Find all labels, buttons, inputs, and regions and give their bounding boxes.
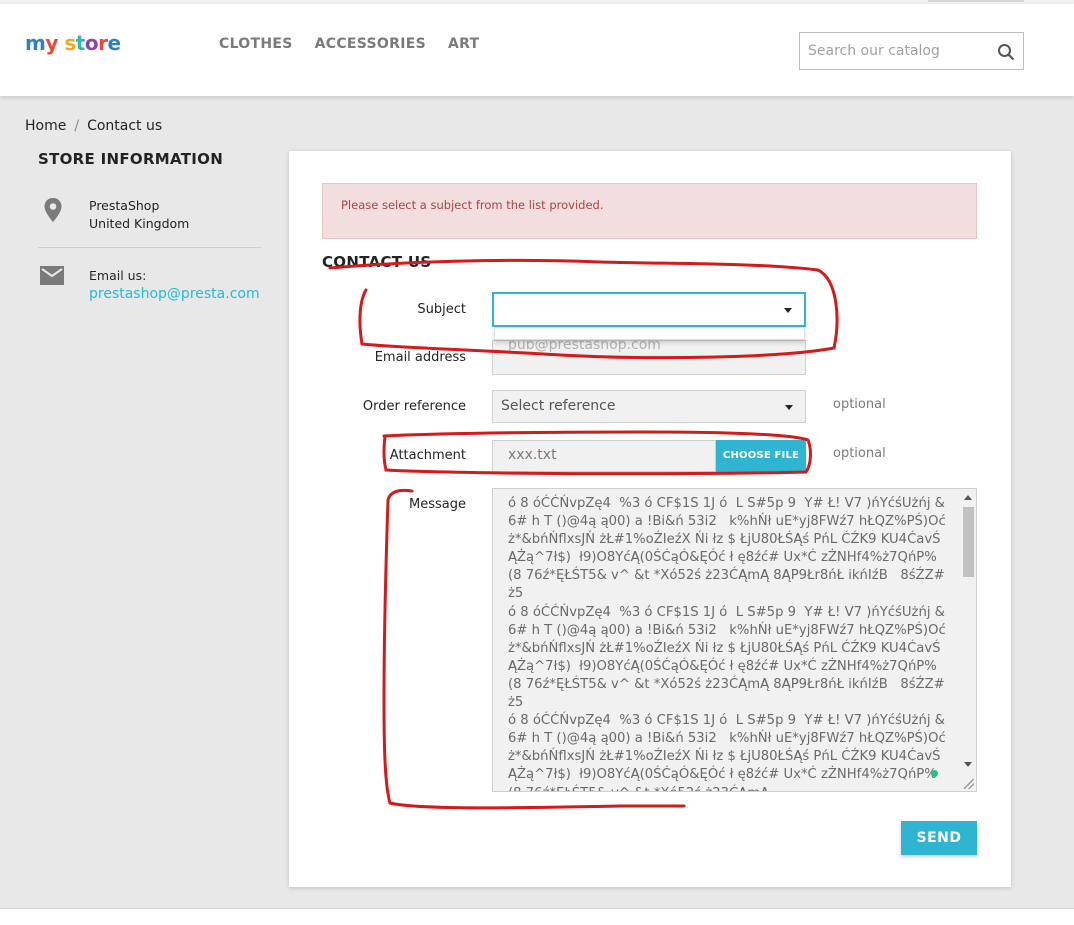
send-button[interactable]: SEND <box>901 821 977 855</box>
scroll-down-icon[interactable] <box>964 762 972 767</box>
nav-clothes[interactable]: CLOTHES <box>219 36 293 52</box>
attachment-optional-note: optional <box>833 446 886 461</box>
contact-us-title: CONTACT US <box>322 253 432 271</box>
search-box <box>799 32 1024 70</box>
email-link[interactable]: prestashop@presta.com <box>89 286 260 302</box>
breadcrumb-separator: / <box>74 118 80 134</box>
breadcrumb-home[interactable]: Home <box>25 118 66 134</box>
order-optional-note: optional <box>833 397 886 412</box>
chevron-down-icon <box>784 308 792 313</box>
contact-form-card: Please select a subject from the list pr… <box>289 151 1011 887</box>
nav-accessories[interactable]: ACCESSORIES <box>315 36 426 52</box>
scroll-thumb[interactable] <box>963 507 974 577</box>
main-nav: CLOTHES ACCESSORIES ART <box>219 36 479 52</box>
attachment-filename: xxx.txt <box>492 440 716 472</box>
message-content: ó 8 óĆĆŃvpZę4 %3 ó CF$1S 1J ó L S#5p 9 Y… <box>508 496 946 791</box>
email-field[interactable]: pub@prestashop.com <box>492 340 806 375</box>
store-info-title: STORE INFORMATION <box>38 150 224 168</box>
site-header: my store CLOTHES ACCESSORIES ART <box>0 4 1074 96</box>
search-icon[interactable] <box>997 43 1015 61</box>
subject-select[interactable] <box>492 292 806 327</box>
order-reference-select[interactable]: Select reference <box>492 390 806 423</box>
chevron-down-icon <box>785 405 793 410</box>
error-alert: Please select a subject from the list pr… <box>322 183 977 239</box>
store-logo[interactable]: my store <box>25 31 121 55</box>
status-dot-icon <box>931 770 938 777</box>
message-label: Message <box>409 497 466 512</box>
subject-label: Subject <box>417 302 466 317</box>
scroll-up-icon[interactable] <box>964 495 972 500</box>
email-label: Email us: <box>89 268 147 283</box>
footer <box>0 908 1074 925</box>
map-pin-icon <box>44 198 62 222</box>
address-line2: United Kingdom <box>89 216 190 231</box>
message-scrollbar[interactable] <box>960 489 976 791</box>
resize-grip-icon[interactable] <box>964 779 974 789</box>
breadcrumb: Home / Contact us <box>25 118 162 134</box>
subject-dropdown-list[interactable] <box>494 327 805 340</box>
order-reference-value: Select reference <box>501 398 616 414</box>
email-placeholder: pub@prestashop.com <box>508 340 661 353</box>
top-strip-tab <box>928 0 1024 2</box>
message-textarea[interactable]: ó 8 óĆĆŃvpZę4 %3 ó CF$1S 1J ó L S#5p 9 Y… <box>492 488 977 792</box>
address-line1: PrestaShop <box>89 198 160 213</box>
breadcrumb-current: Contact us <box>87 118 163 134</box>
nav-art[interactable]: ART <box>448 36 479 52</box>
choose-file-button[interactable]: CHOOSE FILE <box>716 440 806 472</box>
address-text: PrestaShop United Kingdom <box>89 197 189 233</box>
envelope-icon <box>40 266 64 285</box>
email-address-label: Email address <box>374 350 466 365</box>
search-input[interactable] <box>808 41 988 61</box>
attachment-label: Attachment <box>389 448 466 463</box>
email-text: Email us: prestashop@presta.com <box>89 267 260 303</box>
order-reference-label: Order reference <box>362 399 466 414</box>
store-address: PrestaShop United Kingdom <box>38 195 261 248</box>
